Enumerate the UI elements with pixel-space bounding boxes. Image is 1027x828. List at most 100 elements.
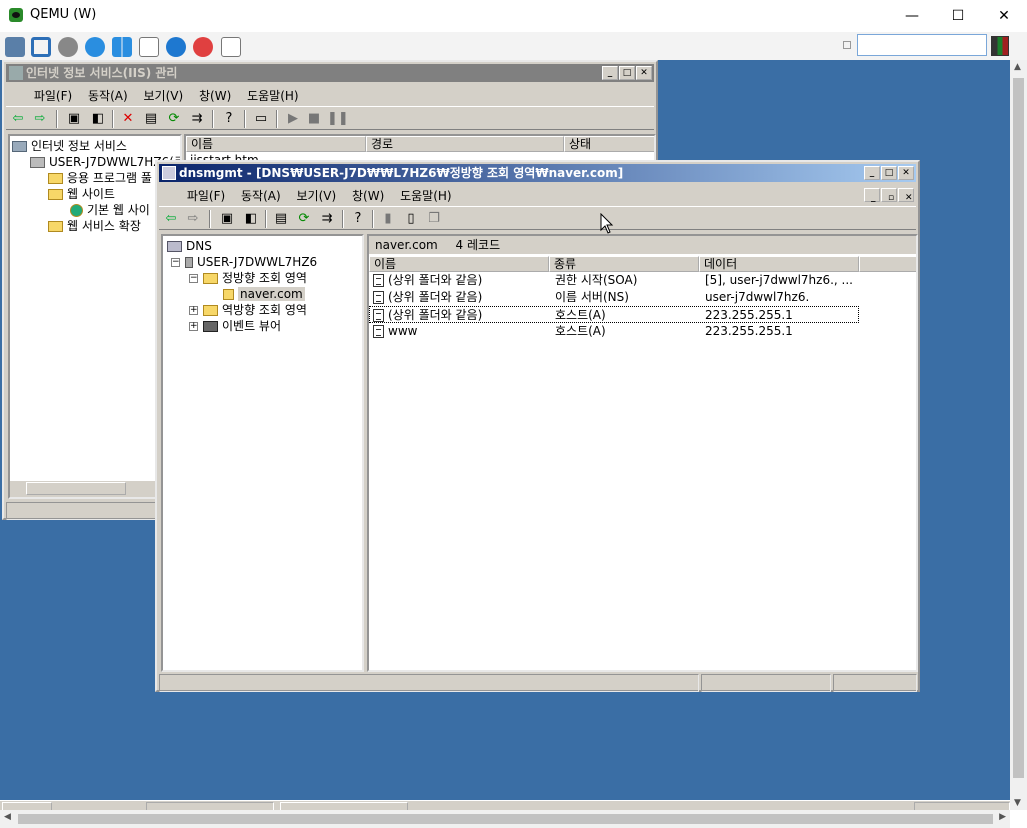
system-tray <box>914 802 1010 810</box>
dns-menu-help[interactable]: 도움말(H) <box>394 184 458 207</box>
collapse-icon[interactable]: − <box>171 258 180 267</box>
iis-tree-apppools[interactable]: 응용 프로그램 풀 <box>48 170 152 186</box>
iis-col-path[interactable]: 경로 <box>366 136 564 152</box>
forward-arrow-icon[interactable]: ⇨ <box>185 211 201 227</box>
taskbar-dnsmgmt[interactable] <box>146 802 274 810</box>
expand-icon[interactable]: + <box>189 306 198 315</box>
expand-icon[interactable]: + <box>189 322 198 331</box>
export-list-icon[interactable]: ⇉ <box>189 111 205 127</box>
qemu-close-button[interactable]: ✕ <box>981 0 1027 32</box>
dns-statusbar <box>159 674 699 692</box>
dns-tree-reverse-zones[interactable]: 역방향 조회 영역 <box>203 302 307 318</box>
iis-title: 인터넷 정보 서비스(IIS) 관리 <box>26 66 178 80</box>
iis-minimize-button[interactable]: _ <box>602 66 618 80</box>
dns-col-data[interactable]: 데이터 <box>699 256 859 272</box>
back-arrow-icon[interactable]: ⇦ <box>163 211 179 227</box>
dns-minimize-button[interactable]: _ <box>864 166 880 180</box>
pause-icon[interactable]: ❚❚ <box>327 111 349 127</box>
disk-icon[interactable] <box>139 37 159 57</box>
dns-tree-event-viewer[interactable]: 이벤트 뷰어 <box>203 318 281 334</box>
up-folder-icon[interactable]: ▣ <box>219 211 235 227</box>
qemu-maximize-button[interactable]: ☐ <box>935 0 981 32</box>
dns-record-row[interactable]: www 호스트(A) 223.255.255.1 <box>369 323 916 340</box>
refresh-icon[interactable]: ⟳ <box>166 111 182 127</box>
record-icon[interactable]: ▯ <box>403 211 419 227</box>
dns-child-minimize[interactable]: _ <box>864 188 880 203</box>
refresh-icon[interactable]: ⟳ <box>296 211 312 227</box>
taskbar-iis[interactable] <box>280 802 408 810</box>
dns-record-row-focused[interactable]: (상위 폴더와 같음) 호스트(A) 223.255.255.1 <box>369 306 859 323</box>
dns-child-restore[interactable]: ▫ <box>881 188 897 203</box>
qemu-minimize-button[interactable]: — <box>889 0 935 32</box>
start-icon[interactable]: ▶ <box>285 111 301 127</box>
iis-close-button[interactable]: ✕ <box>636 66 652 80</box>
iis-icon <box>9 66 23 80</box>
back-arrow-icon[interactable]: ⇦ <box>10 111 26 127</box>
qemu-vertical-scrollbar[interactable]: ▲ ▼ <box>1010 60 1027 810</box>
qemu-checkbox[interactable] <box>843 41 851 49</box>
iis-tree-extensions[interactable]: 웹 서비스 확장 <box>48 218 141 234</box>
iis-menu-file[interactable]: 파일(F) <box>28 84 78 107</box>
iis-tree-root[interactable]: 인터넷 정보 서비스 <box>12 138 127 154</box>
dns-statusbar-cell <box>833 674 917 692</box>
stop-icon[interactable]: ■ <box>306 111 322 127</box>
iis-menu-help[interactable]: 도움말(H) <box>241 84 305 107</box>
qemu-horizontal-scrollbar[interactable]: ◀ ▶ <box>0 810 1010 828</box>
dns-maximize-button[interactable]: □ <box>881 166 897 180</box>
stop-icon[interactable] <box>193 37 213 57</box>
dns-title: dnsmgmt - [DNS₩USER-J7D₩₩L7HZ6₩정방향 조회 영역… <box>179 166 624 180</box>
copy-icon[interactable]: ❐ <box>426 211 442 227</box>
server-icon[interactable]: ▮ <box>380 211 396 227</box>
dns-col-type[interactable]: 종류 <box>549 256 699 272</box>
up-folder-icon[interactable]: ▣ <box>66 111 82 127</box>
dns-tree-forward-zones[interactable]: 정방향 조회 영역 <box>203 270 307 286</box>
properties-icon[interactable]: ▤ <box>273 211 289 227</box>
iis-menu-window[interactable]: 창(W) <box>193 84 237 107</box>
forward-arrow-icon[interactable]: ⇨ <box>32 111 48 127</box>
iis-menubar: 파일(F) 동작(A) 보기(V) 창(W) 도움말(H) <box>6 84 654 104</box>
iis-tree-websites[interactable]: 웹 사이트 <box>48 186 115 202</box>
delete-icon[interactable]: ✕ <box>120 111 136 127</box>
dns-record-row[interactable]: (상위 폴더와 같음) 이름 서버(NS) user-j7dwwl7hz6. <box>369 289 916 306</box>
windows-icon[interactable] <box>112 37 132 57</box>
dns-child-close[interactable]: ✕ <box>898 188 914 203</box>
iis-menu-action[interactable]: 동작(A) <box>82 84 134 107</box>
dns-tree-server[interactable]: USER-J7DWWL7HZ6 <box>185 254 317 270</box>
iis-menu-view[interactable]: 보기(V) <box>138 84 190 107</box>
dns-record-row[interactable]: (상위 폴더와 같음) 권한 시작(SOA) [5], user-j7dwwl7… <box>369 272 916 289</box>
show-tree-icon[interactable]: ◧ <box>90 111 106 127</box>
dns-toolbar: ⇦ ⇨ ▣ ◧ ▤ ⟳ ⇉ ? ▮ ▯ ❐ <box>159 206 916 230</box>
iis-titlebar: 인터넷 정보 서비스(IIS) 관리 _ □ ✕ <box>6 64 654 82</box>
refresh-icon[interactable] <box>85 37 105 57</box>
dns-col-name[interactable]: 이름 <box>369 256 549 272</box>
dns-menu-action[interactable]: 동작(A) <box>235 184 287 207</box>
settings-gear-icon[interactable] <box>58 37 78 57</box>
dns-tree-zone-naver[interactable]: naver.com <box>223 286 305 302</box>
iis-col-status[interactable]: 상태 <box>564 136 654 152</box>
fullscreen-icon[interactable] <box>31 37 51 57</box>
dns-close-button[interactable]: ✕ <box>898 166 914 180</box>
snapshot-delete-icon[interactable] <box>221 37 241 57</box>
info-icon[interactable] <box>166 37 186 57</box>
help-icon[interactable]: ? <box>221 111 237 127</box>
qemu-title: QEMU (W) <box>30 7 97 22</box>
start-button[interactable] <box>2 802 52 810</box>
dns-menu-view[interactable]: 보기(V) <box>291 184 343 207</box>
properties-icon[interactable]: ▤ <box>143 111 159 127</box>
dns-titlebar: dnsmgmt - [DNS₩USER-J7D₩₩L7HZ6₩정방향 조회 영역… <box>159 164 916 182</box>
export-list-icon[interactable]: ⇉ <box>319 211 335 227</box>
dns-records-pane: naver.com 4 레코드 이름 종류 데이터 (상위 폴더와 같음) 권한… <box>367 234 918 672</box>
iis-maximize-button[interactable]: □ <box>619 66 635 80</box>
iis-tree-default-site[interactable]: 기본 웹 사이 <box>70 202 150 218</box>
dns-menu-window[interactable]: 창(W) <box>346 184 390 207</box>
help-icon[interactable]: ? <box>350 211 366 227</box>
show-tree-icon[interactable]: ◧ <box>243 211 259 227</box>
qemu-search-input[interactable] <box>857 34 987 56</box>
dns-menu-file[interactable]: 파일(F) <box>181 184 231 207</box>
computer-icon[interactable]: ▭ <box>253 111 269 127</box>
vm-icon[interactable] <box>5 37 25 57</box>
dns-tree-root[interactable]: DNS <box>167 238 212 254</box>
collapse-icon[interactable]: − <box>189 274 198 283</box>
iis-col-name[interactable]: 이름 <box>186 136 366 152</box>
qemu-app-icon <box>9 8 23 22</box>
